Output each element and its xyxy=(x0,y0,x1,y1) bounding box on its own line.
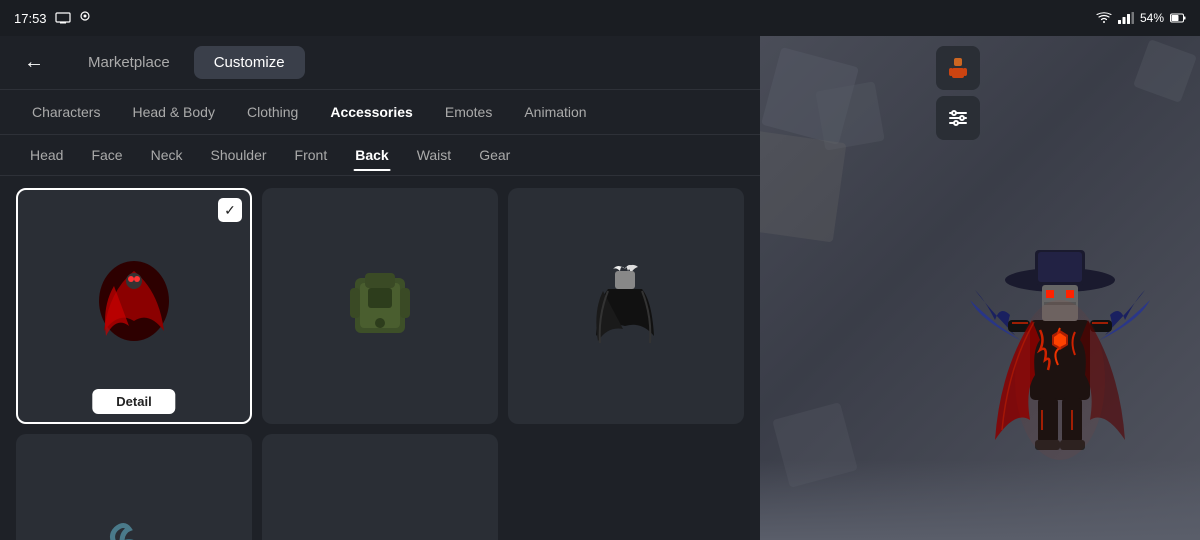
signal-icon xyxy=(1118,12,1134,24)
tab-clothing[interactable]: Clothing xyxy=(231,96,314,128)
item-card-4[interactable] xyxy=(16,434,252,540)
nav-tabs: Marketplace Customize xyxy=(68,46,305,79)
item-image-2 xyxy=(286,212,475,401)
back-button[interactable]: ← xyxy=(16,47,52,78)
main-layout: ← Marketplace Customize Characters Head … xyxy=(0,36,1200,540)
character-preview xyxy=(960,220,1160,520)
selected-checkmark: ✓ xyxy=(218,198,242,222)
time-display: 17:53 xyxy=(14,11,47,26)
status-right: 54% xyxy=(1096,11,1186,25)
item-card-1[interactable]: ✓ Detail xyxy=(16,188,252,424)
subtab-shoulder[interactable]: Shoulder xyxy=(197,139,281,171)
item-card-3[interactable] xyxy=(508,188,744,424)
items-area: ✓ Detail xyxy=(0,176,760,540)
tab-accessories[interactable]: Accessories xyxy=(314,96,429,128)
tab-headbody[interactable]: Head & Body xyxy=(116,96,231,128)
left-panel: ← Marketplace Customize Characters Head … xyxy=(0,36,760,540)
subtab-front[interactable]: Front xyxy=(281,139,342,171)
side-icons xyxy=(936,46,980,140)
subtab-back[interactable]: Back xyxy=(341,139,402,171)
tab-emotes[interactable]: Emotes xyxy=(429,96,508,128)
subtab-waist[interactable]: Waist xyxy=(403,139,465,171)
item-image-3 xyxy=(532,212,721,401)
tab-marketplace[interactable]: Marketplace xyxy=(68,46,190,79)
subtab-face[interactable]: Face xyxy=(77,139,136,171)
tab-characters[interactable]: Characters xyxy=(16,96,116,128)
item-image-1 xyxy=(41,213,227,399)
item-card-2[interactable] xyxy=(262,188,498,424)
item-card-5[interactable] xyxy=(262,434,498,540)
category-tabs: Characters Head & Body Clothing Accessor… xyxy=(0,90,760,135)
tab-animation[interactable]: Animation xyxy=(508,96,602,128)
top-nav: ← Marketplace Customize xyxy=(0,36,760,90)
sub-tabs: Head Face Neck Shoulder Front Back Waist… xyxy=(0,135,760,176)
avatar-icon-button[interactable] xyxy=(936,46,980,90)
items-grid: ✓ Detail xyxy=(16,188,744,540)
location-icon xyxy=(79,11,91,25)
battery-percent: 54% xyxy=(1140,11,1164,25)
item-image-5 xyxy=(286,458,475,540)
subtab-head[interactable]: Head xyxy=(16,139,77,171)
screen-icon xyxy=(55,12,71,24)
tab-customize[interactable]: Customize xyxy=(194,46,305,79)
battery-icon xyxy=(1170,13,1186,23)
right-panel xyxy=(760,36,1200,540)
subtab-gear[interactable]: Gear xyxy=(465,139,524,171)
detail-button[interactable]: Detail xyxy=(92,389,175,414)
status-bar: 17:53 54% xyxy=(0,0,1200,36)
wifi-icon xyxy=(1096,12,1112,24)
filter-icon-button[interactable] xyxy=(936,96,980,140)
status-left: 17:53 xyxy=(14,11,91,26)
subtab-neck[interactable]: Neck xyxy=(137,139,197,171)
item-image-4 xyxy=(40,458,229,540)
